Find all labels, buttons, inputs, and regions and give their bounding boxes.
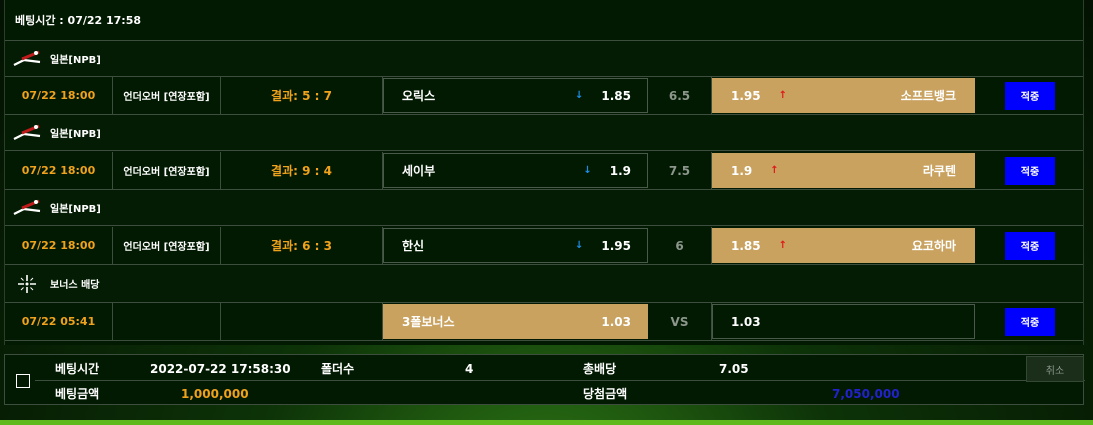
handicap-line: 7.5	[648, 152, 712, 189]
league-name: 일본[NPB]	[50, 129, 101, 140]
summary-line-2: 베팅금액 1,000,000 당첨금액 7,050,000	[35, 381, 1085, 406]
win-amount-value: 7,050,000	[832, 386, 900, 401]
game-date: 07/22 18:00	[5, 227, 113, 264]
cancel-button[interactable]: 취소	[1026, 356, 1084, 382]
league-name: 일본[NPB]	[50, 204, 101, 215]
away-selection-picked: 1.95 ↑ 소프트뱅크	[712, 78, 975, 113]
game-date: 07/22 18:00	[5, 152, 113, 189]
league-name: 일본[NPB]	[50, 55, 101, 66]
game-row: 07/22 18:00 언더오버 [연장포함] 결과: 6 : 3 한신 ↓ 1…	[5, 227, 1083, 265]
vs-label: VS	[648, 303, 712, 340]
bet-amount-value: 1,000,000	[181, 386, 249, 401]
summary-line-1: 베팅시간 2022-07-22 17:58:30 폴더수 4 총배당 7.05	[35, 356, 1085, 381]
game-row: 07/22 18:00 언더오버 [연장포함] 결과: 9 : 4 세이부 ↓ …	[5, 152, 1083, 190]
home-odds: 1.85	[601, 88, 631, 103]
bet-time-header-text: 베팅시간 : 07/22 17:58	[15, 14, 142, 27]
betting-slip-panel: 베팅시간 : 07/22 17:58 일본[NPB] 07/22 18:00 언…	[4, 0, 1084, 345]
home-team: 오릭스	[402, 89, 436, 103]
league-row: 일본[NPB]	[5, 115, 1083, 151]
bonus-result-empty	[221, 303, 383, 340]
home-selection: 한신 ↓ 1.95	[383, 228, 648, 263]
status-cell: 적중	[975, 303, 1085, 340]
bet-amount-label: 베팅금액	[55, 387, 100, 401]
home-odds: 1.9	[609, 163, 631, 178]
baseball-japan-icon	[13, 122, 41, 144]
status-cell: 적중	[975, 152, 1085, 189]
home-selection: 오릭스 ↓ 1.85	[383, 78, 648, 113]
bonus-selection-picked: 3폴보너스 1.03	[383, 304, 648, 339]
away-selection-picked: 1.85 ↑ 요코하마	[712, 228, 975, 263]
win-amount-label: 당첨금액	[583, 387, 628, 401]
home-team: 세이부	[402, 164, 436, 178]
status-hit-button[interactable]: 적중	[1005, 307, 1055, 336]
status-cell: 적중	[975, 227, 1085, 264]
away-odds: 1.85	[731, 238, 761, 253]
game-result: 결과: 5 : 7	[221, 77, 383, 114]
away-team: 라쿠텐	[922, 164, 956, 178]
odds-up-icon: ↑	[778, 90, 787, 101]
bet-time-label: 베팅시간	[55, 362, 100, 376]
away-odds: 1.9	[731, 163, 753, 178]
status-cell: 적중	[975, 77, 1085, 114]
game-date: 07/22 18:00	[5, 77, 113, 114]
total-odds-value: 7.05	[719, 361, 749, 376]
status-hit-button[interactable]: 적중	[1005, 156, 1055, 185]
handicap-line: 6.5	[648, 77, 712, 114]
bet-time-value: 2022-07-22 17:58:30	[150, 361, 291, 376]
game-row: 07/22 18:00 언더오버 [연장포함] 결과: 5 : 7 오릭스 ↓ …	[5, 77, 1083, 115]
bet-type: 언더오버 [연장포함]	[113, 227, 221, 264]
away-team: 소프트뱅크	[900, 89, 956, 103]
bonus-odds: 1.03	[601, 314, 631, 329]
home-team: 한신	[402, 239, 425, 253]
odds-down-icon: ↓	[575, 240, 584, 251]
bet-time-header: 베팅시간 : 07/22 17:58	[5, 0, 1083, 41]
bet-type: 언더오버 [연장포함]	[113, 152, 221, 189]
league-row: 일본[NPB]	[5, 41, 1083, 77]
bet-type: 언더오버 [연장포함]	[113, 77, 221, 114]
bonus-date: 07/22 05:41	[5, 303, 113, 340]
baseball-japan-icon	[13, 197, 41, 219]
handicap-line: 6	[648, 227, 712, 264]
folder-count-label: 폴더수	[321, 362, 355, 376]
select-checkbox[interactable]	[16, 374, 30, 388]
sparkle-icon	[13, 273, 41, 295]
away-selection-picked: 1.9 ↑ 라쿠텐	[712, 153, 975, 188]
bonus-row: 07/22 05:41 3폴보너스 1.03 VS 1.03 적중	[5, 303, 1083, 341]
home-selection: 세이부 ↓ 1.9	[383, 153, 648, 188]
folder-count-value: 4	[465, 361, 474, 376]
bonus-type-empty	[113, 303, 221, 340]
status-hit-button[interactable]: 적중	[1005, 231, 1055, 260]
game-result: 결과: 9 : 4	[221, 152, 383, 189]
away-team: 요코하마	[911, 239, 956, 253]
odds-down-icon: ↓	[575, 90, 584, 101]
bottom-green-bar	[0, 420, 1093, 425]
bonus-label: 보너스 배당	[50, 280, 100, 291]
odds-up-icon: ↑	[778, 240, 787, 251]
away-odds: 1.95	[731, 88, 761, 103]
home-odds: 1.95	[601, 238, 631, 253]
game-result: 결과: 6 : 3	[221, 227, 383, 264]
league-row: 일본[NPB]	[5, 190, 1083, 226]
bet-summary: 베팅시간 2022-07-22 17:58:30 폴더수 4 총배당 7.05 …	[4, 354, 1085, 406]
bonus-right-selection: 1.03	[712, 304, 975, 339]
odds-down-icon: ↓	[583, 165, 592, 176]
baseball-japan-icon	[13, 48, 41, 70]
bonus-name: 3폴보너스	[402, 315, 455, 329]
bonus-right-odds: 1.03	[731, 314, 761, 329]
bonus-row-header: 보너스 배당	[5, 265, 1083, 303]
status-hit-button[interactable]: 적중	[1005, 81, 1055, 110]
odds-up-icon: ↑	[770, 165, 779, 176]
total-odds-label: 총배당	[583, 362, 617, 376]
